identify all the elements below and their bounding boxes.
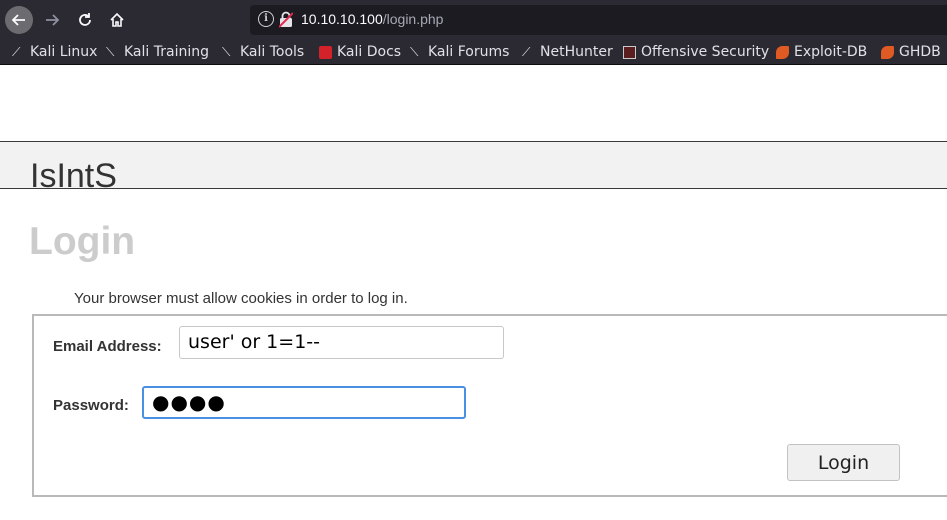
bookmark-ghdb[interactable]: GHDB	[881, 43, 941, 61]
url-path: /login.php	[382, 11, 444, 27]
nethunter-icon: ⟋	[522, 44, 531, 59]
bookmark-kali-docs[interactable]: Kali Docs	[319, 43, 401, 61]
login-button[interactable]: Login	[787, 444, 900, 481]
bookmark-label: Exploit-DB	[794, 44, 868, 60]
email-field[interactable]: user' or 1=1--	[179, 326, 504, 359]
bookmark-label: GHDB	[899, 44, 941, 60]
reload-icon	[79, 13, 91, 26]
url-bar[interactable]: i 10.10.10.100/login.php	[250, 5, 947, 35]
page-title: Login	[29, 220, 136, 263]
info-icon[interactable]: i	[258, 11, 274, 27]
kali-dragon-icon: ⟍	[410, 44, 419, 59]
back-arrow-icon	[11, 14, 25, 26]
bookmarks-bar: ⟋ Kali Linux ⟍ Kali Training ⟍ Kali Tools K…	[0, 40, 947, 65]
forward-button[interactable]	[38, 6, 66, 34]
bookmark-label: Kali Linux	[30, 44, 98, 60]
url-text[interactable]: 10.10.10.100/login.php	[301, 11, 443, 27]
email-label: Email Address:	[53, 338, 162, 355]
bookmark-kali-forums[interactable]: ⟍ Kali Forums	[410, 43, 509, 61]
home-icon	[110, 12, 124, 27]
bookmark-offensive-security[interactable]: Offensive Security	[623, 43, 769, 61]
kali-docs-icon	[319, 45, 332, 59]
bookmark-label: Kali Tools	[240, 44, 305, 60]
bookmark-exploit-db[interactable]: Exploit-DB	[776, 43, 867, 61]
bookmark-label: Kali Forums	[428, 44, 510, 60]
back-button[interactable]	[5, 6, 33, 34]
site-title[interactable]: IsIntS	[30, 156, 117, 188]
cookies-note: Your browser must allow cookies in order…	[74, 290, 408, 307]
bookmark-kali-linux[interactable]: ⟋ Kali Linux	[12, 43, 97, 61]
kali-dragon-icon: ⟍	[222, 44, 231, 59]
offsec-icon	[623, 45, 636, 59]
bookmark-label: NetHunter	[540, 44, 613, 60]
bookmark-label: Offensive Security	[641, 44, 770, 60]
password-label: Password:	[53, 397, 129, 414]
bookmark-label: Kali Training	[124, 44, 209, 60]
bookmark-nethunter[interactable]: ⟋ NetHunter	[522, 43, 613, 61]
browser-toolbar: i 10.10.10.100/login.php	[0, 0, 947, 40]
login-form: Email Address: user' or 1=1-- Password: …	[32, 314, 947, 497]
bookmark-kali-training[interactable]: ⟍ Kali Training	[106, 43, 209, 61]
password-field[interactable]: ●●●●	[142, 386, 466, 419]
insecure-lock-icon[interactable]	[279, 11, 293, 28]
kali-dragon-icon: ⟍	[106, 44, 115, 59]
bookmark-kali-tools[interactable]: ⟍ Kali Tools	[222, 43, 304, 61]
url-host: 10.10.10.100	[301, 11, 383, 27]
reload-button[interactable]	[71, 6, 99, 34]
exploit-db-icon	[881, 45, 894, 59]
exploit-db-icon	[776, 45, 789, 59]
site-banner: IsIntS	[0, 141, 947, 189]
kali-dragon-icon: ⟋	[12, 44, 21, 59]
home-button[interactable]	[103, 6, 131, 34]
bookmark-label: Kali Docs	[337, 44, 402, 60]
forward-arrow-icon	[46, 14, 60, 26]
